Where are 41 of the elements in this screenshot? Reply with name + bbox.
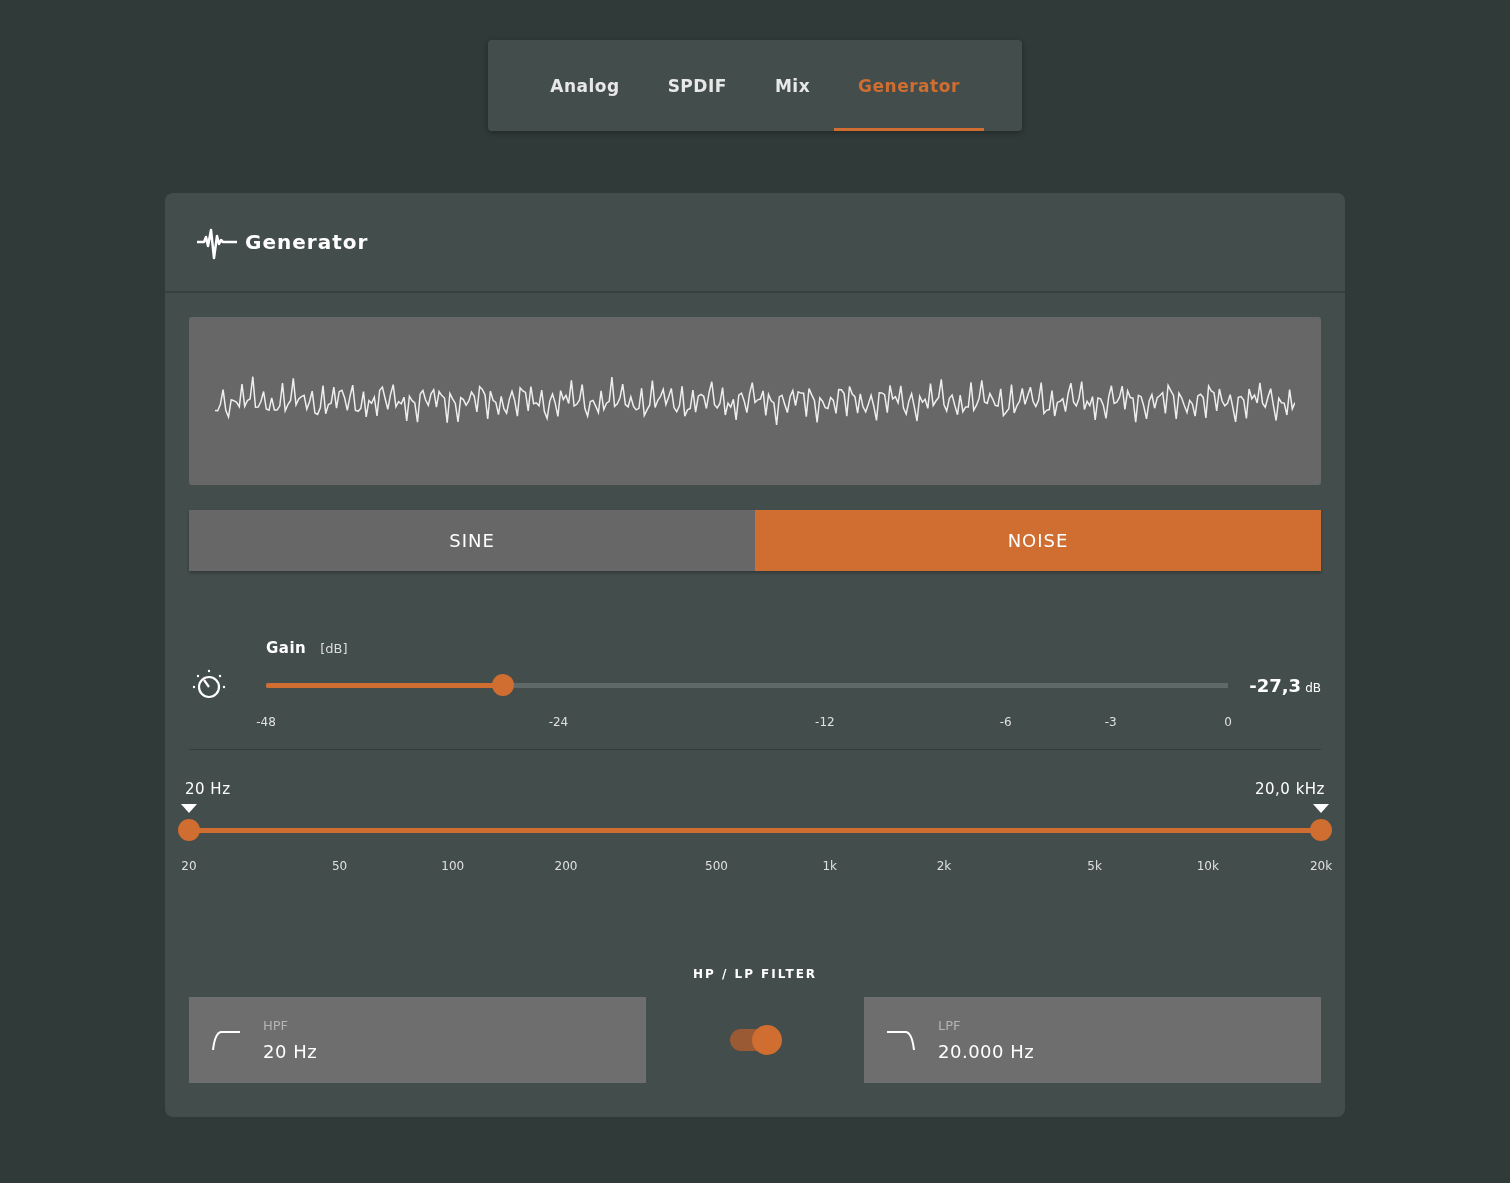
pointer-icon [1313,804,1329,813]
tick-label: 200 [554,859,578,873]
tick-label: 1k [822,859,837,873]
mode-button[interactable]: SINE [189,510,755,571]
tab[interactable]: Mix [750,40,835,131]
panel-title: Generator [245,230,369,254]
mode-button[interactable]: NOISE [755,510,1321,571]
tick-label: -3 [1104,715,1117,729]
tick-label: -24 [548,715,569,729]
knob-icon [191,669,227,701]
hpf-value: 20 Hz [263,1041,318,1062]
hpf-label: HPF [263,1018,290,1033]
gain-label: Gain [266,639,307,657]
high-pass-curve-icon [211,1029,241,1051]
slider-thumb[interactable] [178,819,200,841]
gain-reading-unit: dB [1305,680,1321,695]
filter-title: HP / LP FILTER [691,967,819,981]
tick-label: -48 [256,715,276,729]
tick-label: -6 [999,715,1012,729]
gain-reading: -27,3 [1249,674,1302,696]
high-frequency-reading: 20,0 kHz [1255,780,1325,798]
tick-label: 100 [441,859,465,873]
tab[interactable]: Analog [526,40,644,131]
tab[interactable]: SPDIF [643,40,751,131]
tick-label: 50 [331,859,348,873]
tick-label: 10k [1196,859,1219,873]
tick-label: 5k [1087,859,1102,873]
low-frequency-reading: 20 Hz [185,780,231,798]
pointer-icon [181,804,197,813]
lpf-value: 20.000 Hz [938,1041,1035,1062]
slider-thumb[interactable] [1310,819,1332,841]
slider-thumb[interactable] [491,674,514,696]
gain-unit: [dB] [320,641,348,656]
tick-label: 500 [705,859,728,873]
tick-label: -12 [815,715,835,729]
lpf-label: LPF [938,1018,962,1033]
tick-label: 0 [1224,715,1232,729]
tick-label: 2k [936,859,952,873]
tick-label: 20k [1309,859,1333,873]
tick-label: 20 [181,859,197,873]
low-pass-curve-icon [886,1029,916,1051]
